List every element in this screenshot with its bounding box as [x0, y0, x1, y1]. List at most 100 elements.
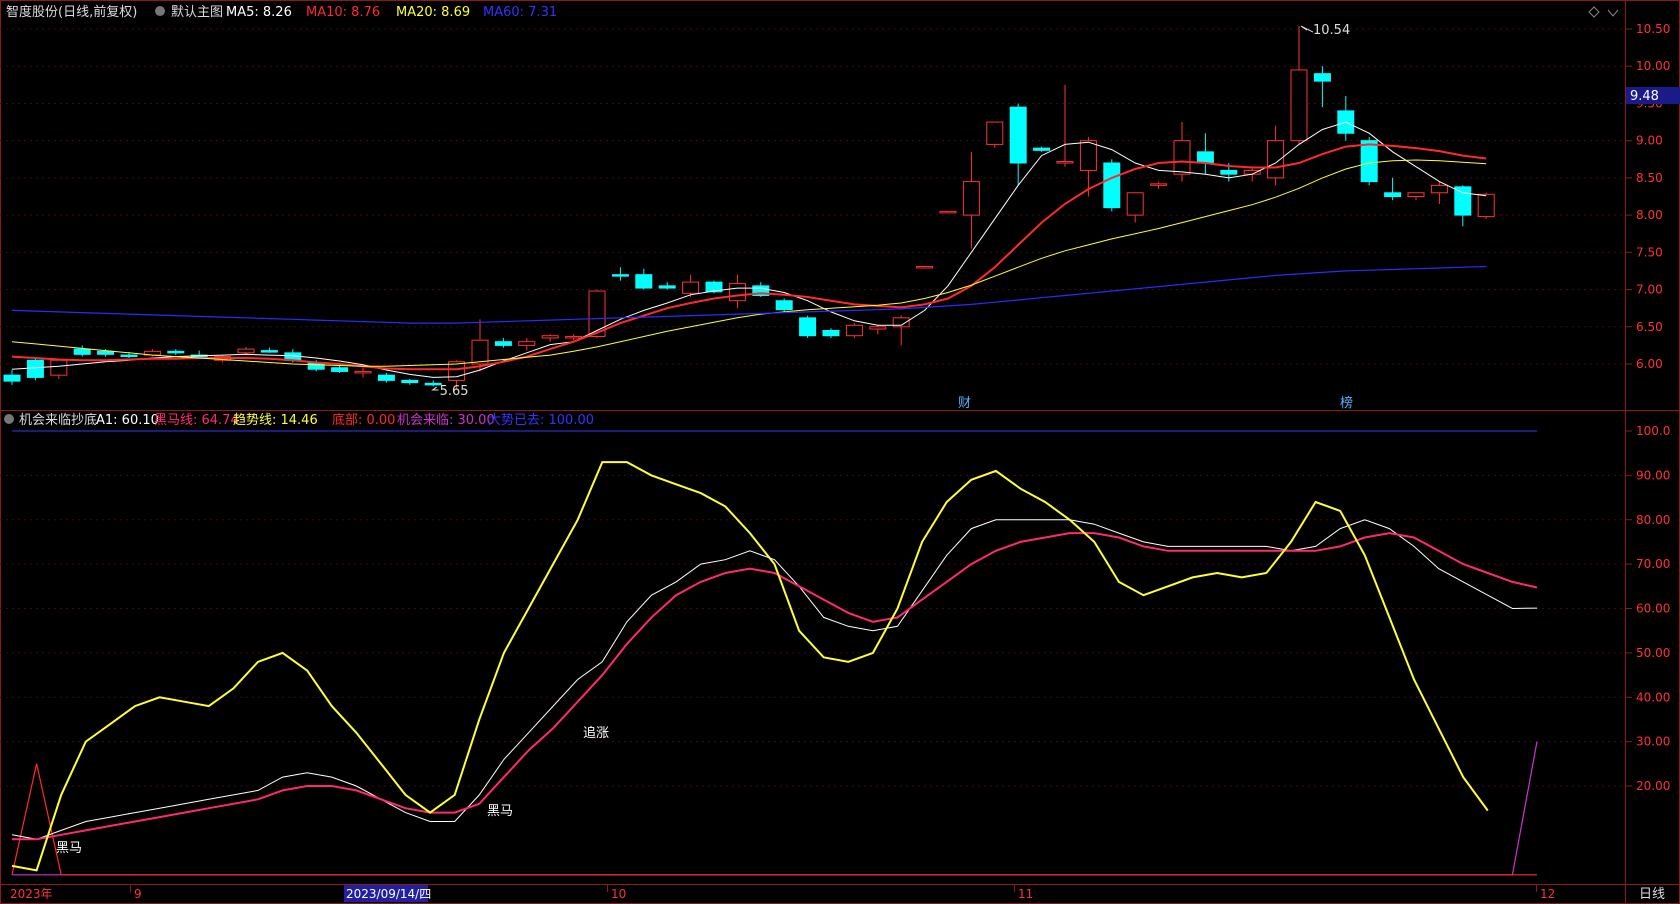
stock-title: 智度股份(日线,前复权)	[6, 4, 137, 20]
candle-up	[237, 348, 255, 354]
candle-up	[728, 283, 746, 302]
chevron-down-icon[interactable]	[1607, 9, 1619, 17]
ma10-line	[11, 143, 1487, 371]
heima-signal-label: 黑马	[487, 804, 513, 819]
candle-down	[494, 341, 512, 346]
candle-up	[682, 281, 700, 294]
price-tick-label: 7.50	[1636, 245, 1663, 259]
candle-up	[50, 359, 68, 376]
dashi-label: 大势已去: 100.00	[488, 412, 594, 428]
price-tick-label: 6.50	[1636, 320, 1663, 334]
price-tick-label: 8.00	[1636, 208, 1663, 222]
candle-up	[986, 121, 1004, 145]
indicator-header: 机会来临抄底 A1: 60.10 黑马线: 64.74 趋势线: 14.46 底…	[4, 412, 594, 428]
price-tick-label: 7.00	[1636, 283, 1663, 297]
chance-line	[12, 741, 1538, 876]
chance-label: 机会来临: 30.00	[397, 413, 495, 428]
candle-down	[658, 285, 676, 289]
indicator-tick-label: 70.00	[1636, 557, 1670, 571]
ma20-line	[11, 159, 1487, 367]
candle-up	[471, 339, 489, 365]
candle-down	[3, 374, 21, 382]
indicator-tick-label: 80.00	[1636, 513, 1670, 527]
annotations: 10.545.65财 榜黑马黑马追涨	[56, 23, 1353, 856]
candle-down	[611, 274, 629, 277]
candle-down	[1454, 186, 1472, 216]
date-cursor-label: 2023/09/14/四	[346, 887, 431, 901]
heima-signal-label: 黑马	[56, 841, 82, 856]
indicator-tick-label: 50.00	[1636, 646, 1670, 660]
indicator-name: 机会来临抄底	[19, 412, 97, 428]
candle-up	[869, 326, 887, 330]
price-tick-label: 6.00	[1636, 357, 1663, 371]
candle-up	[1407, 192, 1425, 197]
candle-up	[518, 341, 536, 346]
candle-down	[799, 317, 817, 337]
price-header: 智度股份(日线,前复权) 默认主图 MA5: 8.26 MA10: 8.76 M…	[6, 4, 1619, 20]
low-price-label: 5.65	[440, 384, 469, 399]
candle-up	[962, 181, 980, 216]
candle-down	[822, 330, 840, 337]
candle-down	[775, 300, 793, 311]
trend-label: 趋势线: 14.46	[233, 412, 318, 428]
moving-averages	[11, 121, 1487, 378]
candle-down	[377, 374, 395, 381]
ma20-label: MA20: 8.69	[396, 5, 470, 20]
candle-down	[1313, 73, 1331, 82]
candle-down	[97, 350, 115, 355]
date-label-dec: 12	[1540, 887, 1555, 901]
candle-up	[1290, 69, 1308, 142]
candle-up	[1079, 140, 1097, 171]
candle-up	[1150, 183, 1168, 186]
price-tick-label: 10.00	[1636, 59, 1670, 73]
indicator-tick-label: 30.00	[1636, 735, 1670, 749]
bottom-label: 底部: 0.00	[332, 412, 395, 428]
event-marker-bang: 榜	[1340, 395, 1353, 411]
current-price-value: 9.48	[1630, 89, 1659, 104]
period-button[interactable]: 日线	[1639, 887, 1665, 902]
bottom-line	[11, 763, 1537, 876]
date-label-oct: 10	[611, 887, 626, 901]
indicator-menu-icon[interactable]	[4, 414, 14, 424]
date-label-year: 2023年	[10, 887, 53, 901]
chart-menu-icon[interactable]	[155, 6, 165, 16]
price-tick-label: 8.50	[1636, 171, 1663, 185]
candle-up	[1267, 140, 1285, 179]
candlesticks	[3, 26, 1495, 391]
stock-chart[interactable]: 智度股份(日线,前复权) 默认主图 MA5: 8.26 MA10: 8.76 M…	[0, 0, 1680, 904]
candle-down	[1009, 106, 1027, 164]
candle-down	[1384, 192, 1402, 197]
candle-down	[260, 350, 278, 353]
main-chart-label: 默认主图	[171, 4, 223, 20]
trend-line	[11, 461, 1489, 872]
candle-down	[1033, 147, 1051, 151]
zhuizhang-signal-label: 追涨	[583, 725, 609, 741]
candle-down	[401, 379, 419, 384]
diamond-icon[interactable]	[1588, 6, 1600, 18]
candle-down	[167, 350, 185, 354]
date-axis: 2023年 9 2023/09/14/四 10 11 12 日线	[10, 885, 1665, 902]
indicator-tick-label: 60.00	[1636, 602, 1670, 616]
candle-down	[1103, 162, 1121, 209]
price-tick-label: 9.00	[1636, 134, 1663, 148]
candle-down	[120, 354, 138, 358]
ma10-label: MA10: 8.76	[306, 5, 380, 20]
ma60-label: MA60: 7.31	[483, 5, 557, 20]
candle-down	[635, 274, 653, 289]
chart-frame	[0, 0, 1680, 904]
candle-up	[1477, 193, 1495, 218]
candle-down	[1196, 151, 1214, 164]
price-axis: 10.5010.009.509.008.508.007.507.006.506.…	[1625, 22, 1670, 371]
ma5-label: MA5: 8.26	[226, 5, 292, 20]
heima-label: 黑马线: 64.74	[154, 413, 239, 428]
indicator-axis: 100.0 90.00 80.00 70.00 60.00 50.00 40.00 30.00…	[1625, 424, 1670, 793]
candle-up	[565, 335, 583, 339]
candle-up	[541, 335, 559, 339]
candle-up	[1126, 192, 1144, 216]
candle-up	[354, 370, 372, 374]
candle-up	[1430, 184, 1448, 194]
indicator-tick-label: 20.00	[1636, 779, 1670, 793]
candle-down	[26, 359, 44, 378]
date-label-nov: 11	[1018, 887, 1033, 901]
candle-up	[845, 324, 863, 337]
